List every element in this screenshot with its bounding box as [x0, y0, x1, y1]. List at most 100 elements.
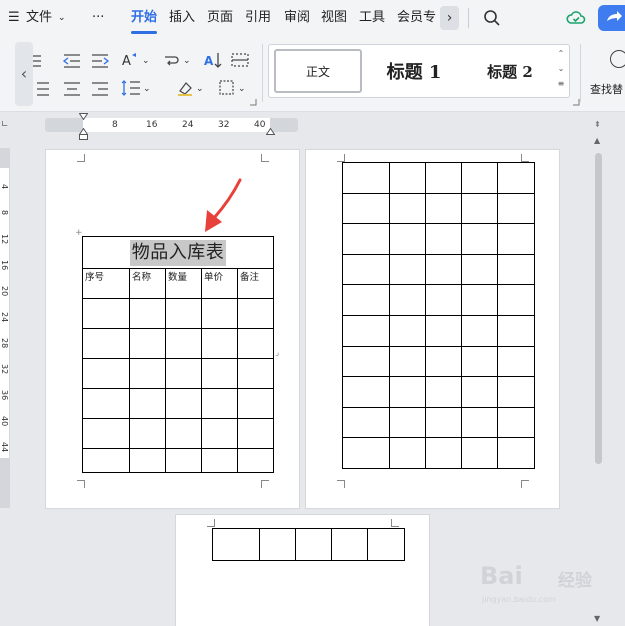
styles-settings-icon[interactable] — [572, 98, 580, 106]
left-indent-marker[interactable] — [79, 134, 88, 140]
menu-toggle-icon[interactable]: ☰ — [8, 9, 20, 27]
column-header-quantity[interactable]: 数量 — [165, 268, 202, 299]
scroll-up-icon[interactable]: ▲ — [594, 136, 600, 145]
tab-tools[interactable]: 工具 — [359, 9, 385, 27]
table-row[interactable] — [342, 437, 535, 469]
column-header-number[interactable]: 序号 — [82, 268, 130, 299]
tab-view[interactable]: 视图 — [321, 9, 347, 27]
active-tab-indicator — [131, 31, 157, 34]
style-gallery: 正文 标题 1 标题 2 ⌃ ⌄ ≡ — [268, 44, 570, 98]
ruler-mark: 12 — [0, 234, 9, 245]
table-row[interactable] — [342, 314, 535, 347]
table-row[interactable] — [82, 388, 274, 419]
align-center-icon[interactable] — [62, 80, 82, 98]
vertical-ruler[interactable] — [0, 148, 10, 508]
ruler-mark: 16 — [146, 120, 158, 130]
table-row[interactable] — [212, 528, 405, 561]
margin-corner — [521, 480, 529, 488]
style-normal[interactable]: 正文 — [274, 49, 362, 93]
table-row[interactable] — [342, 253, 535, 286]
margin-corner — [337, 154, 345, 162]
align-right-icon[interactable] — [90, 80, 110, 98]
table-row[interactable] — [82, 418, 274, 449]
svg-text:⌄: ⌄ — [142, 56, 150, 66]
file-menu[interactable]: 文件 — [26, 9, 52, 27]
tabs-scroll-right-icon[interactable]: › — [440, 6, 459, 30]
table-row[interactable] — [342, 192, 535, 225]
ruler-corner-icon[interactable]: ∟ — [1, 120, 9, 130]
continued-table[interactable] — [212, 528, 405, 561]
shading-icon[interactable]: ⌄ — [176, 79, 206, 97]
text-direction-icon[interactable]: A ⌄ — [120, 51, 152, 69]
ribbon-scroll-left-icon[interactable]: ‹ — [15, 42, 33, 106]
line-spacing-icon[interactable]: ⌄ — [120, 79, 152, 97]
table-row[interactable] — [82, 358, 274, 389]
table-row[interactable] — [82, 298, 274, 329]
table-row[interactable] — [342, 345, 535, 378]
table-title-cell[interactable]: 物品入库表 — [82, 236, 274, 269]
inventory-table[interactable]: 物品入库表 序号 名称 数量 单价 备注 — [82, 236, 274, 473]
continued-table[interactable] — [342, 162, 535, 469]
file-chevron-icon[interactable]: ⌄ — [58, 9, 66, 27]
tab-insert[interactable]: 插入 — [169, 9, 195, 27]
ruler-mark: 36 — [0, 390, 9, 401]
align-left-icon[interactable] — [36, 80, 50, 98]
table-row[interactable] — [342, 223, 535, 255]
character-spacing-icon[interactable]: ⌄ — [163, 51, 193, 69]
sort-icon[interactable]: A — [203, 51, 223, 69]
paragraph-settings-icon[interactable] — [249, 98, 257, 106]
show-marks-icon[interactable] — [230, 51, 250, 69]
share-button[interactable] — [598, 5, 625, 31]
list-icon[interactable] — [32, 52, 42, 70]
decrease-indent-icon[interactable] — [62, 52, 82, 70]
ruler-mark: 24 — [0, 312, 9, 323]
increase-indent-icon[interactable] — [90, 52, 110, 70]
search-icon[interactable] — [483, 9, 501, 27]
table-resize-handle-icon[interactable]: ⌟ — [275, 348, 279, 358]
scroll-top-icon[interactable]: ⇞ — [594, 120, 601, 129]
scroll-down-icon[interactable]: ▼ — [594, 614, 600, 623]
style-heading-2[interactable]: 标题 2 — [465, 49, 555, 93]
ribbon-separator — [262, 44, 263, 102]
table-row[interactable] — [342, 406, 535, 439]
column-header-notes[interactable]: 备注 — [237, 268, 274, 299]
margin-corner — [207, 519, 215, 527]
tab-references[interactable]: 引用 — [245, 9, 271, 27]
ruler-mark: 4 — [0, 184, 9, 190]
table-title[interactable]: 物品入库表 — [129, 239, 227, 266]
table-row[interactable] — [342, 284, 535, 316]
ruler-mark: 40 — [254, 120, 266, 130]
ruler-mark: 20 — [0, 286, 9, 297]
tab-review[interactable]: 审阅 — [284, 9, 310, 27]
table-row[interactable] — [342, 376, 535, 408]
more-menu[interactable]: ··· — [92, 9, 104, 27]
gallery-up-icon[interactable]: ⌃ — [556, 49, 566, 58]
table-row[interactable] — [342, 162, 535, 194]
gallery-down-icon[interactable]: ⌄ — [556, 64, 566, 73]
table-row[interactable] — [82, 328, 274, 359]
gallery-expand-icon[interactable]: ≡ — [556, 79, 566, 88]
column-header-name[interactable]: 名称 — [129, 268, 166, 299]
watermark-url: jingyan.baidu.com — [482, 595, 556, 604]
margin-corner — [337, 480, 345, 488]
style-heading-1[interactable]: 标题 1 — [369, 49, 459, 93]
tab-home[interactable]: 开始 — [131, 9, 157, 27]
find-replace-icon[interactable] — [610, 50, 625, 68]
column-header-price[interactable]: 单价 — [201, 268, 238, 299]
ruler-mark: 44 — [0, 442, 9, 453]
margin-corner — [77, 154, 85, 162]
scrollbar-thumb[interactable] — [595, 153, 602, 464]
svg-text:⌄: ⌄ — [238, 84, 246, 94]
first-line-indent-marker[interactable] — [79, 113, 88, 120]
tab-page[interactable]: 页面 — [207, 9, 233, 27]
ruler-mark: 8 — [112, 120, 118, 130]
find-replace-label[interactable]: 查找替 — [590, 81, 623, 97]
vertical-ruler-margin-top — [0, 148, 10, 168]
ruler-mark: 28 — [0, 338, 9, 349]
tab-member[interactable]: 会员专 — [397, 9, 436, 27]
right-indent-marker[interactable] — [266, 128, 275, 135]
menubar-divider — [468, 8, 469, 28]
borders-icon[interactable]: ⌄ — [218, 79, 248, 97]
table-row[interactable] — [82, 448, 274, 473]
cloud-sync-icon[interactable] — [566, 8, 586, 28]
